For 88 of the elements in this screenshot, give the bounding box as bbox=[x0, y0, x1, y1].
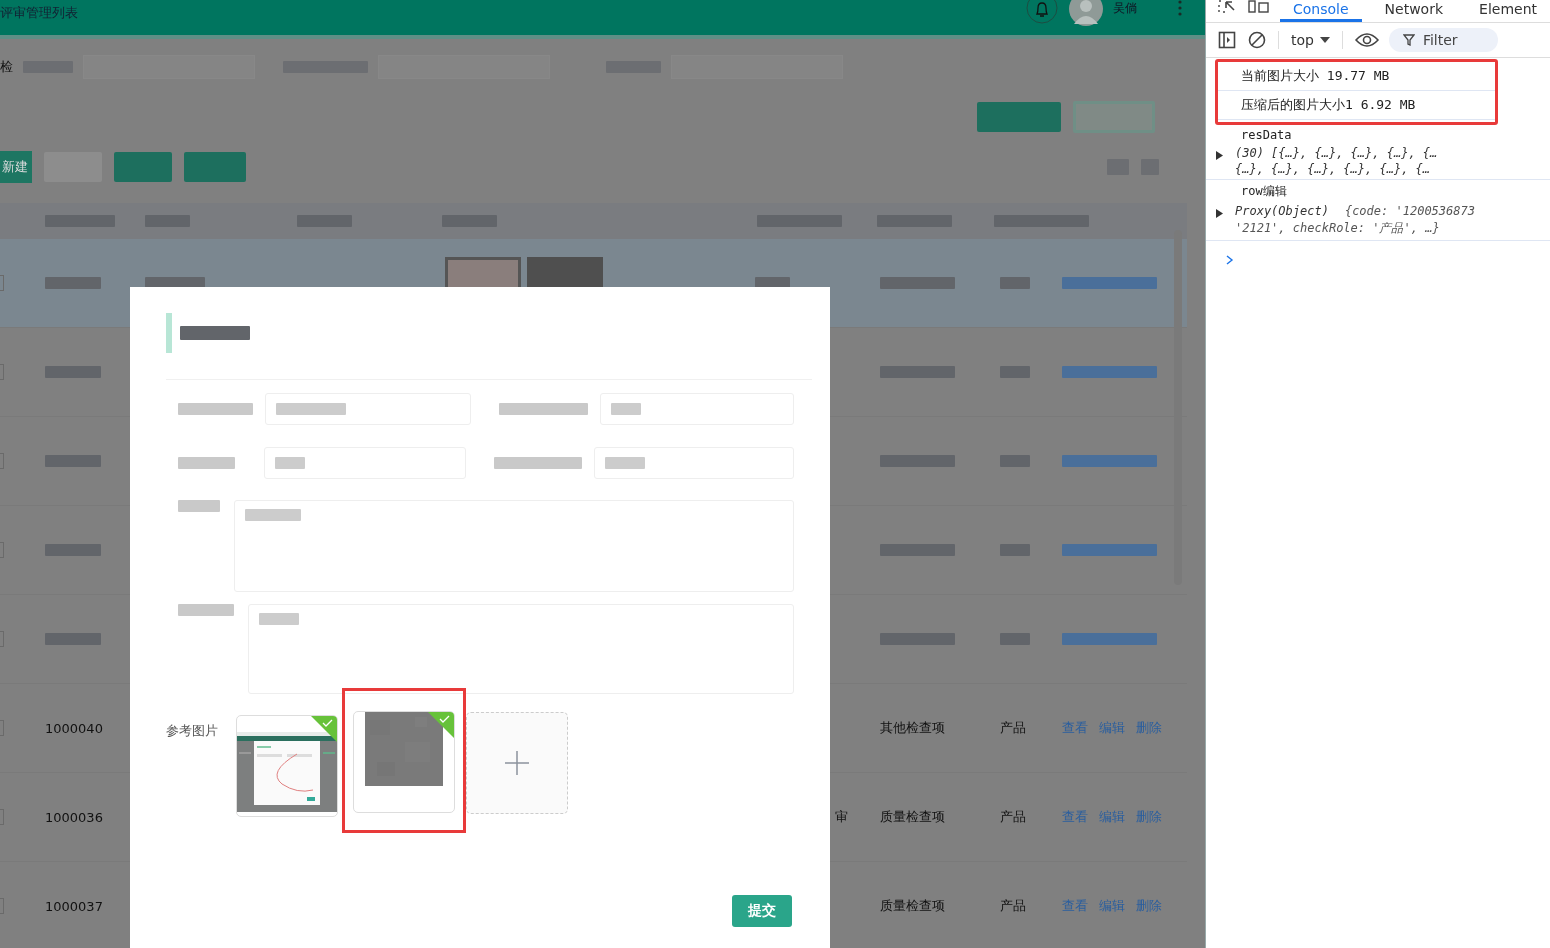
action-link[interactable]: 删除 bbox=[1136, 808, 1162, 826]
blurred-button[interactable] bbox=[977, 102, 1061, 132]
more-icon[interactable] bbox=[1177, 0, 1183, 16]
device-icon[interactable] bbox=[1248, 0, 1270, 14]
console-value: '2121', checkRole: '产品', …} bbox=[1235, 220, 1440, 237]
table-cell-text: 质量检查项 bbox=[879, 897, 946, 915]
table-cell: 审 bbox=[835, 808, 848, 826]
user-name[interactable]: 吴倘 bbox=[1113, 1, 1137, 15]
blurred-text bbox=[45, 277, 101, 289]
console-message: 压缩后的图片大小1 6.92 MB bbox=[1241, 97, 1416, 112]
blurred-text bbox=[45, 366, 101, 378]
image-tile[interactable] bbox=[353, 711, 455, 813]
console-object: Proxy(Object) bbox=[1235, 204, 1329, 218]
console-value: {…}, {…}, {…}, {…}, {…}, {… bbox=[1235, 162, 1431, 176]
console-message: resData bbox=[1241, 128, 1292, 142]
action-link[interactable]: 查看 bbox=[1062, 897, 1088, 915]
blurred-text bbox=[1000, 277, 1030, 289]
blurred-link[interactable] bbox=[1062, 455, 1157, 467]
blurred-text bbox=[1000, 633, 1030, 645]
table-cell-text: 质量检查项 bbox=[879, 808, 946, 826]
submit-button[interactable]: 提交 bbox=[732, 895, 792, 927]
blurred-text bbox=[145, 215, 190, 227]
action-link[interactable]: 查看 bbox=[1062, 719, 1088, 737]
new-button[interactable]: 新建 bbox=[0, 151, 32, 183]
action-link[interactable]: 删除 bbox=[1136, 897, 1162, 915]
blurred-text bbox=[178, 457, 235, 469]
table-cell-text: 其他检查项 bbox=[879, 719, 946, 737]
console-value: {code: '1200536873 bbox=[1344, 204, 1475, 218]
blurred-text bbox=[180, 326, 250, 340]
action-link[interactable]: 删除 bbox=[1136, 719, 1162, 737]
devtools-tab[interactable]: Console bbox=[1280, 1, 1362, 22]
devtools-tab[interactable]: Network bbox=[1371, 1, 1457, 19]
blurred-text bbox=[297, 215, 352, 227]
action-link[interactable]: 编辑 bbox=[1099, 719, 1125, 737]
console-value: (30) [{…}, {…}, {…}, {…}, {… bbox=[1235, 146, 1438, 160]
blurred-text bbox=[178, 604, 234, 616]
table-cell-text: 产品 bbox=[999, 897, 1027, 915]
console-message: row编辑 bbox=[1241, 184, 1287, 198]
action-link[interactable]: 编辑 bbox=[1099, 808, 1125, 826]
blurred-link[interactable] bbox=[1062, 544, 1157, 556]
sidebar-icon[interactable] bbox=[1218, 31, 1236, 49]
blurred-text bbox=[1000, 455, 1030, 467]
blurred-link[interactable] bbox=[1062, 366, 1157, 378]
table-cell-text: 产品 bbox=[999, 808, 1027, 826]
blurred-textarea[interactable] bbox=[234, 500, 794, 592]
table-cell-text: 1000036 bbox=[44, 809, 104, 825]
table-cell-text: 产品 bbox=[999, 719, 1027, 737]
console-message: 当前图片大小 19.77 MB bbox=[1241, 68, 1390, 83]
title-accent bbox=[166, 313, 172, 353]
blurred-field[interactable] bbox=[263, 447, 466, 479]
blurred-link[interactable] bbox=[1062, 277, 1157, 289]
blurred-field[interactable] bbox=[264, 393, 471, 425]
add-image-button[interactable] bbox=[466, 712, 568, 814]
blurred-text bbox=[1000, 544, 1030, 556]
field-label: 参考图片 bbox=[166, 722, 218, 740]
filter-label: 检 bbox=[0, 58, 13, 76]
blurred-text bbox=[45, 633, 101, 645]
clear-icon[interactable] bbox=[1248, 31, 1266, 49]
blurred-text bbox=[442, 215, 497, 227]
action-link[interactable]: 查看 bbox=[1062, 808, 1088, 826]
blurred-button[interactable] bbox=[184, 152, 246, 182]
blurred-text bbox=[45, 544, 101, 556]
devtools-tab[interactable]: Element bbox=[1466, 1, 1550, 19]
bell-icon[interactable] bbox=[1025, 0, 1059, 24]
plus-icon bbox=[504, 750, 530, 776]
action-link[interactable]: 编辑 bbox=[1099, 897, 1125, 915]
avatar-icon[interactable] bbox=[1069, 0, 1103, 26]
prompt-icon[interactable] bbox=[1226, 255, 1234, 265]
blurred-text bbox=[45, 215, 115, 227]
eye-icon[interactable] bbox=[1354, 32, 1379, 48]
funnel-icon bbox=[1402, 34, 1415, 46]
blurred-textarea[interactable] bbox=[248, 604, 794, 694]
filter-field[interactable]: Filter bbox=[1388, 28, 1498, 52]
table-cell-text: 1000037 bbox=[44, 898, 104, 914]
blurred-text bbox=[1000, 366, 1030, 378]
page-title: 评审管理列表 bbox=[0, 4, 78, 22]
blurred-field[interactable] bbox=[600, 393, 794, 425]
image-tile[interactable] bbox=[236, 715, 338, 817]
blurred-link[interactable] bbox=[1062, 633, 1157, 645]
blurred-button[interactable] bbox=[114, 152, 172, 182]
blurred-text bbox=[178, 500, 220, 512]
table-cell-text: 1000040 bbox=[44, 720, 104, 736]
blurred-field[interactable] bbox=[593, 447, 794, 479]
blurred-text bbox=[45, 455, 101, 467]
context-dropdown[interactable]: top bbox=[1291, 32, 1330, 48]
expand-icon[interactable] bbox=[1216, 151, 1223, 160]
caret-icon bbox=[1319, 36, 1330, 44]
expand-icon[interactable] bbox=[1216, 209, 1223, 218]
